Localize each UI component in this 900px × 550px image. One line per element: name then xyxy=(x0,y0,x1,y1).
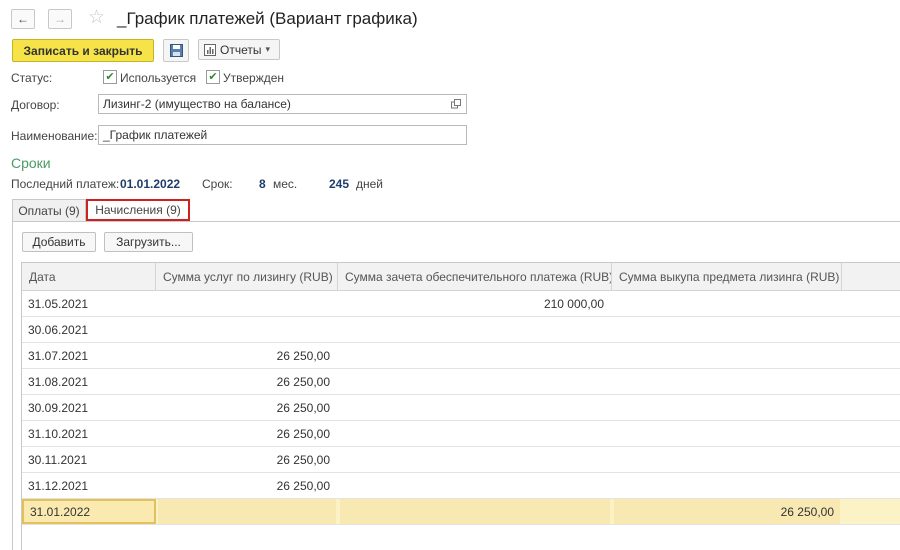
cell-offset-sum[interactable] xyxy=(338,317,612,342)
cell-buyout-sum[interactable] xyxy=(612,291,842,316)
cell-buyout-sum[interactable] xyxy=(612,343,842,368)
arrow-left-icon: ← xyxy=(17,12,29,26)
cell-date[interactable]: 30.06.2021 xyxy=(22,317,156,342)
table-row[interactable]: 30.09.2021 26 250,00 xyxy=(22,395,900,421)
cell-offset-sum[interactable] xyxy=(338,343,612,368)
table-row[interactable]: 31.08.2021 26 250,00 xyxy=(22,369,900,395)
column-header-buyout-sum[interactable]: Сумма выкупа предмета лизинга (RUB) xyxy=(612,263,842,291)
cell-service-sum[interactable]: 26 250,00 xyxy=(156,395,338,420)
last-payment-label: Последний платеж: xyxy=(11,177,120,191)
cell-buyout-sum[interactable] xyxy=(612,421,842,446)
cell-offset-sum[interactable] xyxy=(338,447,612,472)
months-value: 8 xyxy=(259,177,266,191)
report-icon xyxy=(204,43,216,56)
cell-date[interactable]: 31.01.2022 xyxy=(22,499,156,524)
cell-service-sum[interactable] xyxy=(156,291,338,316)
months-unit: мес. xyxy=(273,177,298,191)
chevron-down-icon: ▾ xyxy=(265,44,271,54)
cell-offset-sum[interactable] xyxy=(338,395,612,420)
cell-offset-sum[interactable] xyxy=(338,499,612,524)
cell-buyout-sum[interactable] xyxy=(612,369,842,394)
cell-buyout-sum[interactable] xyxy=(612,473,842,498)
cell-service-sum[interactable]: 26 250,00 xyxy=(156,343,338,368)
star-icon[interactable]: ☆ xyxy=(88,6,105,29)
arrow-right-icon: → xyxy=(54,12,66,26)
forward-button[interactable]: → xyxy=(48,9,72,29)
table-row[interactable]: 31.12.2021 26 250,00 xyxy=(22,473,900,499)
cell-offset-sum[interactable] xyxy=(338,421,612,446)
table-row[interactable]: 31.01.2022 26 250,00 xyxy=(22,499,900,525)
cell-date[interactable]: 31.05.2021 xyxy=(22,291,156,316)
cell-service-sum[interactable]: 26 250,00 xyxy=(156,473,338,498)
cell-buyout-sum[interactable] xyxy=(612,447,842,472)
cell-service-sum[interactable]: 26 250,00 xyxy=(156,421,338,446)
approved-checkbox[interactable]: ✔ xyxy=(206,70,220,84)
cell-service-sum[interactable]: 26 250,00 xyxy=(156,369,338,394)
contract-field[interactable]: Лизинг-2 (имущество на балансе) xyxy=(98,94,446,114)
table-row[interactable]: 31.10.2021 26 250,00 xyxy=(22,421,900,447)
floppy-disk-icon xyxy=(169,44,183,57)
checkmark-icon: ✔ xyxy=(105,70,115,83)
contract-label: Договор: xyxy=(11,98,60,112)
days-unit: дней xyxy=(356,177,384,191)
tab-payments[interactable]: Оплаты (9) xyxy=(12,199,86,221)
cell-buyout-sum[interactable] xyxy=(612,395,842,420)
open-link-icon xyxy=(450,99,461,109)
page-title: _График платежей (Вариант графика) xyxy=(117,9,418,28)
save-and-close-button[interactable]: Записать и закрыть xyxy=(12,39,154,62)
column-header-date[interactable]: Дата xyxy=(22,263,156,291)
save-button[interactable] xyxy=(163,39,189,62)
cell-date[interactable]: 30.11.2021 xyxy=(22,447,156,472)
cell-date[interactable]: 31.10.2021 xyxy=(22,421,156,446)
name-field[interactable]: _График платежей xyxy=(98,125,467,145)
table-row[interactable]: 31.07.2021 26 250,00 xyxy=(22,343,900,369)
status-label: Статус: xyxy=(11,71,53,85)
cell-offset-sum[interactable] xyxy=(338,369,612,394)
cell-service-sum[interactable]: 26 250,00 xyxy=(156,447,338,472)
reports-menu-button[interactable]: Отчеты ▾ xyxy=(198,39,280,60)
load-button[interactable]: Загрузить... xyxy=(104,232,193,252)
cell-date[interactable]: 31.08.2021 xyxy=(22,369,156,394)
term-label: Срок: xyxy=(202,177,233,191)
table-row[interactable]: 30.11.2021 26 250,00 xyxy=(22,447,900,473)
cell-buyout-sum[interactable] xyxy=(612,317,842,342)
name-label: Наименование: xyxy=(11,129,98,143)
tab-accruals[interactable]: Начисления (9) xyxy=(86,199,190,221)
table-row[interactable]: 30.06.2021 xyxy=(22,317,900,343)
open-contract-button[interactable] xyxy=(445,94,467,114)
column-header-filler xyxy=(842,263,900,291)
add-button[interactable]: Добавить xyxy=(22,232,96,252)
used-label: Используется xyxy=(120,71,197,85)
cell-offset-sum[interactable] xyxy=(338,473,612,498)
days-value: 245 xyxy=(329,177,350,191)
cell-date[interactable]: 30.09.2021 xyxy=(22,395,156,420)
checkmark-icon: ✔ xyxy=(208,70,218,83)
cell-date[interactable]: 31.07.2021 xyxy=(22,343,156,368)
cell-offset-sum[interactable]: 210 000,00 xyxy=(338,291,612,316)
table-row[interactable]: 31.05.2021 210 000,00 xyxy=(22,291,900,317)
terms-section-title: Сроки xyxy=(11,155,51,171)
cell-date[interactable]: 31.12.2021 xyxy=(22,473,156,498)
column-header-offset-sum[interactable]: Сумма зачета обеспечительного платежа (R… xyxy=(338,263,612,291)
last-payment-value: 01.01.2022 xyxy=(120,177,181,191)
cell-service-sum[interactable] xyxy=(156,317,338,342)
reports-label: Отчеты xyxy=(220,42,262,57)
used-checkbox[interactable]: ✔ xyxy=(103,70,117,84)
back-button[interactable]: ← xyxy=(11,9,35,29)
column-header-service-sum[interactable]: Сумма услуг по лизингу (RUB) xyxy=(156,263,338,291)
approved-label: Утвержден xyxy=(223,71,285,85)
cell-service-sum[interactable] xyxy=(156,499,338,524)
cell-buyout-sum[interactable]: 26 250,00 xyxy=(612,499,842,524)
